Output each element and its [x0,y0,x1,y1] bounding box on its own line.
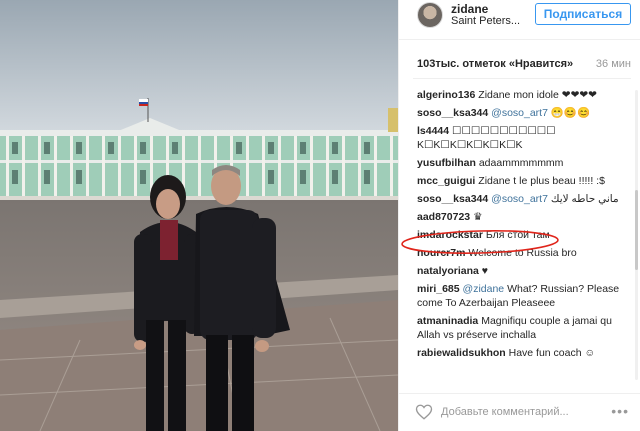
comment-mention[interactable]: @zidane [463,283,505,295]
follow-button[interactable]: Подписаться [535,3,631,25]
location[interactable]: Saint Peters... [451,15,520,27]
comment-item-highlighted: imdarockstar Бля стой там [417,228,623,242]
comment-item: nourcr7m Welcome to Russia bro [417,246,623,260]
scrollbar-thumb[interactable] [635,190,638,270]
comment-user[interactable]: aad870723 [417,211,470,223]
comment-user[interactable]: rabiewalidsukhon [417,347,506,359]
more-options-icon[interactable]: ••• [611,403,629,419]
comment-item: rabiewalidsukhon Have fun coach ☺ [417,346,623,360]
comment-user[interactable]: nourcr7m [417,247,465,259]
comment-item: yusufbilhan adaammmmmmm [417,156,623,170]
comment-text: Welcome to Russia bro [468,247,577,259]
comment-item: natalyoriana ♥ [417,264,623,278]
comment-user[interactable]: soso__ksa344 [417,193,488,205]
comment-user[interactable]: soso__ksa344 [417,107,488,119]
likes-row: 103тыс. отметок «Нравится» 36 мин [399,58,640,74]
comment-user[interactable]: ls4444 [417,125,449,137]
comment-user[interactable]: miri_685 [417,283,460,295]
comment-item: mcc_guigui Zidane t le plus beau !!!!! :… [417,174,623,188]
comment-mention[interactable]: @soso_art7 [491,193,548,205]
comment-text: Zidane mon idole [478,89,559,101]
add-comment-input[interactable] [441,402,601,422]
likes-count[interactable]: 103тыс. отметок «Нравится» [417,58,573,70]
comment-item: soso__ksa344 @soso_art7 ماني حاطه لايك [417,192,623,206]
heart-emoji: ♥ [481,265,489,277]
comment-user[interactable]: atmaninadia [417,315,478,327]
heart-outline-icon[interactable] [415,403,433,421]
comment-item: ls4444 ☐☐☐☐☐☐☐☐☐☐☐ K☐K☐K☐K☐K☐K☐K [417,124,623,152]
comment-item: soso__ksa344 @soso_art7 😁😊😊 [417,106,623,120]
comments-scrollbar[interactable] [635,90,638,380]
comment-text: 😁😊😊 [550,107,591,119]
comment-mention[interactable]: @soso_art7 [491,107,548,119]
comment-list: algerino136 Zidane mon idole ❤❤❤❤ soso__… [417,88,623,364]
comment-user[interactable]: mcc_guigui [417,175,475,187]
comment-text: Бля стой там [485,229,550,241]
comment-footer: ••• [399,393,640,431]
username[interactable]: zidane [451,2,488,16]
comment-user[interactable]: imdarockstar [417,229,483,241]
comment-item: aad870723 ♛ [417,210,623,224]
divider [413,78,631,79]
comment-item: atmaninadia Magnifiqu couple a jamai qu … [417,314,623,342]
post-photo[interactable] [0,0,398,431]
post-time[interactable]: 36 мин [596,58,631,70]
post-sidebar: zidane Saint Peters... Подписаться 103ты… [398,0,640,431]
avatar[interactable] [417,2,443,28]
comment-item: algerino136 Zidane mon idole ❤❤❤❤ [417,88,623,102]
comment-text: ماني حاطه لايك [550,193,619,205]
comment-user[interactable]: algerino136 [417,89,475,101]
comment-user[interactable]: natalyoriana [417,265,479,277]
comment-emoji: ☺ [584,347,596,359]
comment-item: miri_685 @zidane What? Russian? Please c… [417,282,623,310]
comment-text: adaammmmmmm [478,157,564,169]
comment-text: Zidane t le plus beau !!!!! :$ [478,175,605,187]
photo-scene [0,0,398,431]
comment-emoji: ❤❤❤❤ [561,89,597,101]
crown-emoji: ♛ [473,211,483,223]
post-header: zidane Saint Peters... Подписаться [399,0,640,40]
comment-user[interactable]: yusufbilhan [417,157,476,169]
comment-text: Have fun coach [508,347,582,359]
